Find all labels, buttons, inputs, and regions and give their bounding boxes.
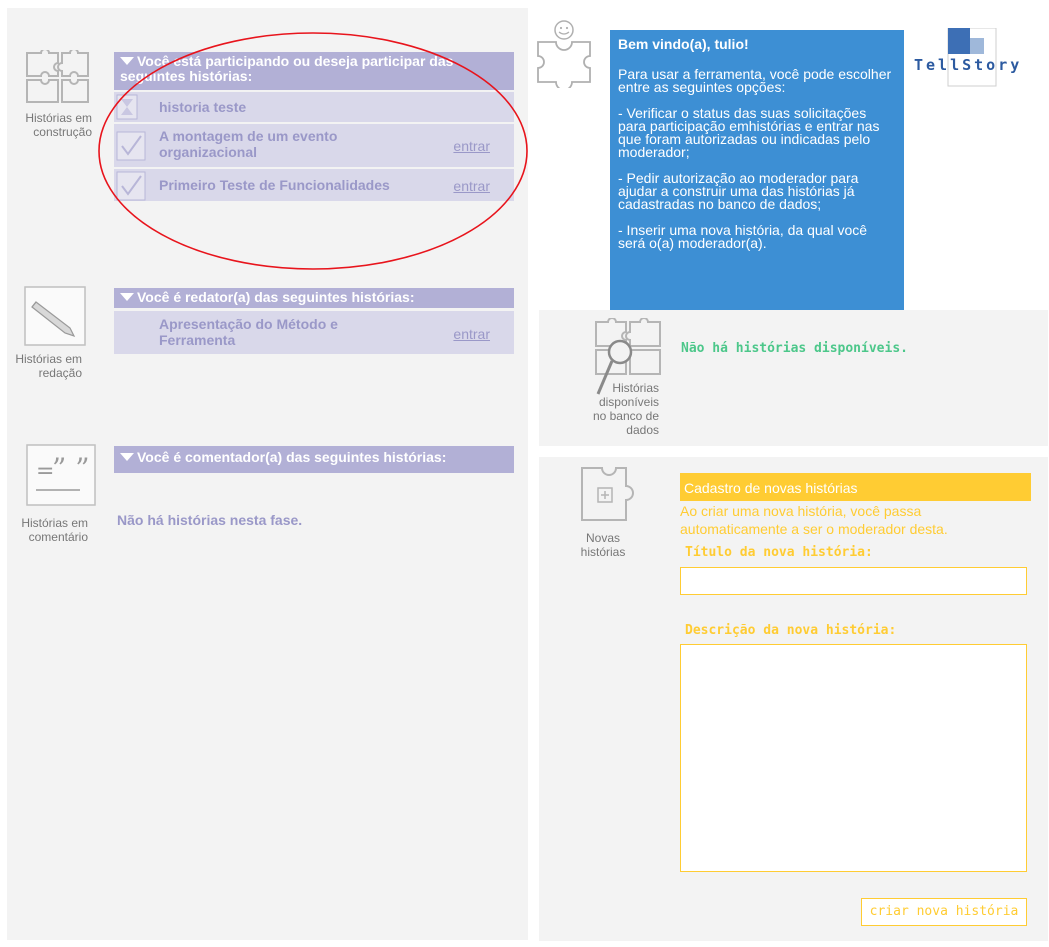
intro-line: automaticamente a ser o moderador desta. — [680, 521, 948, 537]
svg-text:” ”: ” ” — [52, 452, 90, 485]
quote-icon: = ” ” — [26, 444, 96, 506]
collapse-triangle-icon[interactable] — [120, 293, 134, 301]
puzzle-icon — [24, 48, 92, 106]
welcome-paragraph: - Inserir uma nova história, da qual voc… — [618, 222, 868, 251]
pencil-icon — [24, 286, 86, 346]
label-line: Histórias em — [21, 516, 88, 530]
welcome-paragraph: - Verificar o status das suas solicitaçõ… — [618, 105, 880, 160]
header-text: Você é comentador(a) das seguintes histó… — [137, 449, 447, 465]
annotation-ellipse — [98, 32, 528, 270]
label-line: disponíveis — [598, 395, 659, 409]
enter-link[interactable]: entrar — [453, 326, 490, 342]
label-line: Novas — [585, 531, 620, 545]
label-line: histórias — [580, 545, 626, 559]
welcome-box: Bem vindo(a), tulio! Para usar a ferrame… — [610, 30, 904, 310]
icon-label-new: Novas histórias — [566, 531, 640, 559]
description-field-label: Descrição da nova história: — [685, 623, 897, 638]
empty-message: Não há histórias nesta fase. — [117, 512, 303, 528]
collapse-triangle-icon[interactable] — [120, 453, 134, 461]
label-line: no banco de — [592, 409, 659, 423]
story-title[interactable]: Apresentação do Método e Ferramenta — [159, 316, 338, 348]
title-line: Ferramenta — [159, 332, 236, 348]
smiley-puzzle-icon — [530, 18, 610, 91]
story-row: Apresentação do Método e Ferramenta entr… — [114, 311, 514, 354]
create-story-button[interactable]: criar nova história — [861, 898, 1027, 926]
welcome-paragraph: - Pedir autorização ao moderador para aj… — [618, 170, 859, 212]
label-line: Histórias em — [15, 352, 82, 366]
label-line: dados — [626, 423, 659, 437]
intro-line: Ao criar uma nova história, você passa — [680, 503, 922, 519]
label-line: Histórias em — [25, 111, 92, 125]
title-line: Apresentação do Método e — [159, 316, 338, 332]
icon-label-available: Histórias disponíveis no banco de dados — [566, 381, 659, 437]
title-field-label: Título da nova história: — [685, 545, 873, 560]
new-story-header: Cadastro de novas histórias — [680, 473, 1031, 501]
welcome-title: Bem vindo(a), tulio! — [618, 36, 749, 52]
label-line: Histórias — [612, 381, 659, 395]
writing-header: Você é redator(a) das seguintes história… — [114, 288, 514, 308]
label-line: comentário — [28, 530, 88, 544]
icon-label-commenting: Histórias em comentário — [4, 516, 88, 544]
title-input[interactable] — [680, 567, 1027, 595]
tellstory-logo: TellStory — [912, 27, 1042, 88]
description-textarea[interactable] — [680, 644, 1027, 872]
logo-text: TellStory — [914, 56, 1023, 74]
available-empty-message: Não há histórias disponíveis. — [681, 341, 908, 356]
add-puzzle-icon — [580, 466, 642, 528]
icon-label-construction: Histórias em construção — [8, 111, 92, 139]
label-line: redação — [38, 366, 82, 380]
icon-label-writing: Histórias em redação — [4, 352, 82, 380]
header-text: Você é redator(a) das seguintes história… — [137, 289, 415, 305]
commenting-header: Você é comentador(a) das seguintes histó… — [114, 446, 514, 473]
new-story-intro: Ao criar uma nova história, você passa a… — [680, 503, 948, 537]
label-line: construção — [33, 125, 92, 139]
welcome-paragraph: Para usar a ferramenta, você pode escolh… — [618, 66, 892, 95]
